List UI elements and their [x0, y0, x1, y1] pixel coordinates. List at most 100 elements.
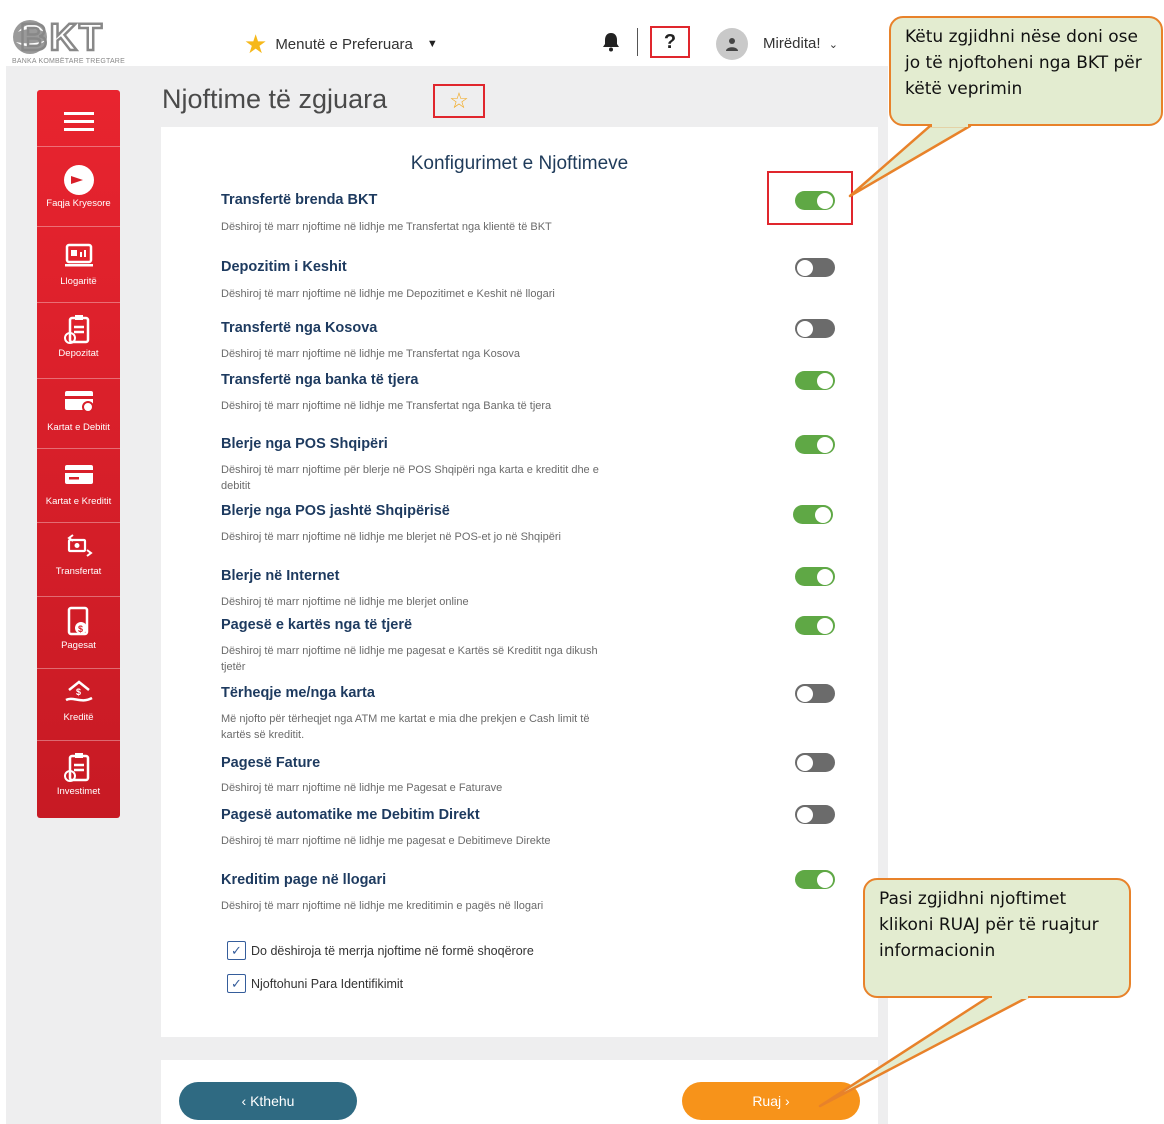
toggle-transfer-from-kosovo[interactable] [795, 319, 835, 338]
deposits-icon [37, 314, 120, 344]
caret-down-icon: ▼ [426, 38, 438, 50]
sidebar-item-label: Llogaritë [60, 276, 97, 287]
sidebar-divider [37, 522, 120, 523]
checkbox-label: Do dëshiroja të merrja njoftime në formë… [251, 943, 534, 958]
sidebar-item-label: Investimet [56, 786, 101, 797]
back-button[interactable]: ‹ Kthehu [179, 1082, 357, 1120]
logo-subtitle: BANKA KOMBËTARE TREGTARE [12, 58, 125, 65]
user-menu[interactable]: Mirëdita! ⌄ [763, 35, 838, 52]
callout-save-hint: Pasi zgjidhni njoftimet klikoni RUAJ për… [863, 878, 1131, 998]
notification-settings-card: Konfigurimet e Njoftimeve Transfertë bre… [161, 127, 878, 1037]
toggle-pos-abroad[interactable] [793, 505, 833, 524]
row-title: Pagesë e kartës nga të tjerë [221, 617, 413, 633]
loans-icon: $ [37, 678, 120, 708]
checkbox-social-notifications[interactable]: ✓ Do dëshiroja të merrja njoftime në for… [227, 941, 534, 960]
row-title: Transfertë nga banka të tjera [221, 372, 419, 388]
sidebar-item-payments[interactable]: $ Pagesat [37, 606, 120, 651]
sidebar-item-credit-cards[interactable]: Kartat e Kreditit [37, 462, 120, 507]
sidebar-divider [37, 596, 120, 597]
sidebar-divider [37, 740, 120, 741]
row-description: Dëshiroj të marr njoftime në lidhje me T… [221, 348, 520, 360]
sidebar-item-home[interactable]: Faqja Kryesore [37, 164, 120, 209]
save-button[interactable]: Ruaj › [682, 1082, 860, 1120]
transfer-icon [37, 532, 120, 562]
greeting-text: Mirëdita! [763, 35, 821, 52]
row-description: Dëshiroj të marr njoftime në lidhje me D… [221, 288, 555, 300]
checkbox-pre-authentication[interactable]: ✓ Njoftohuni Para Identifikimit [227, 974, 403, 993]
bkt-logo[interactable]: BKT BANKA KOMBËTARE TREGTARE [12, 18, 142, 70]
row-description: Dëshiroj të marr njoftime në lidhje me p… [221, 645, 598, 673]
check-icon: ✓ [227, 941, 246, 960]
sidebar-divider [37, 226, 120, 227]
svg-text:$: $ [78, 624, 83, 634]
favorites-label: Menutë e Preferuara [275, 35, 413, 53]
sidebar-item-deposits[interactable]: Depozitat [37, 314, 120, 359]
sidebar-item-investments[interactable]: Investimet [37, 752, 120, 797]
row-title: Kreditim page në llogari [221, 872, 387, 888]
sidebar: Faqja Kryesore Llogaritë Depozitat Karta… [37, 90, 120, 818]
row-description: Dëshiroj të marr njoftime në lidhje me T… [221, 221, 552, 233]
check-icon: ✓ [227, 974, 246, 993]
toggle-direct-debit[interactable] [795, 805, 835, 824]
row-title: Blerje nga POS jashtë Shqipërisë [221, 503, 450, 519]
sidebar-item-label: Transfertat [55, 566, 102, 577]
sidebar-item-label: Kreditë [63, 712, 94, 723]
page-title: Njoftime të zgjuara [162, 84, 388, 114]
sidebar-item-transfers[interactable]: Transfertat [37, 532, 120, 577]
row-description: Dëshiroj të marr njoftime në lidhje me P… [221, 782, 503, 794]
accounts-icon [37, 242, 120, 272]
bell-icon[interactable] [602, 32, 620, 57]
toggle-card-withdrawal[interactable] [795, 684, 835, 703]
row-title: Transfertë brenda BKT [221, 192, 378, 208]
star-icon: ★ [244, 29, 268, 59]
row-description: Dëshiroj të marr njoftime në lidhje me p… [221, 835, 551, 847]
payments-icon: $ [37, 606, 120, 636]
row-description: Më njofto për tërheqjet nga ATM me karta… [221, 713, 590, 741]
toggle-highlight-box [767, 171, 853, 225]
sidebar-divider [37, 378, 120, 379]
toggle-salary-credit[interactable] [795, 870, 835, 889]
row-description: Dëshiroj të marr njoftime në lidhje me T… [221, 400, 552, 412]
sidebar-item-label: Depozitat [58, 348, 99, 359]
toggle-pos-albania[interactable] [795, 435, 835, 454]
toggle-card-payment-by-others[interactable] [795, 616, 835, 635]
debit-card-icon [37, 388, 120, 418]
sidebar-divider [37, 448, 120, 449]
row-title: Depozitim i Keshit [221, 259, 347, 275]
row-description: Dëshiroj të marr njoftime për blerje në … [221, 464, 599, 492]
toggle-bill-payment[interactable] [795, 753, 835, 772]
row-title: Blerje në Internet [221, 568, 340, 584]
home-icon [37, 164, 120, 195]
favorites-menu[interactable]: ★ Menutë e Preferuara ▼ [244, 30, 438, 58]
bkt-logo-mark: BKT [13, 18, 104, 56]
row-title: Blerje nga POS Shqipëri [221, 436, 388, 452]
logo-lettering: BKT [20, 18, 104, 56]
toggle-internet-purchase[interactable] [795, 567, 835, 586]
credit-card-icon [37, 462, 120, 492]
sidebar-item-label: Kartat e Kreditit [45, 496, 112, 507]
sidebar-divider [37, 146, 120, 147]
row-title: Tërheqje me/nga karta [221, 685, 375, 701]
user-avatar-icon[interactable] [716, 28, 748, 60]
sidebar-divider [37, 668, 120, 669]
row-title: Pagesë automatike me Debitim Direkt [221, 807, 480, 823]
toggle-cash-deposit[interactable] [795, 258, 835, 277]
app-root: BKT BANKA KOMBËTARE TREGTARE ★ Menutë e … [0, 0, 1164, 1124]
chevron-down-icon: ⌄ [828, 39, 838, 51]
sidebar-item-loans[interactable]: $ Kreditë [37, 678, 120, 723]
svg-text:$: $ [76, 687, 81, 697]
row-title: Pagesë Fature [221, 755, 321, 771]
add-to-favorites-star-icon[interactable]: ☆ [433, 84, 485, 118]
header-divider [637, 28, 638, 56]
sidebar-item-label: Kartat e Debitit [47, 422, 110, 433]
row-title: Transfertë nga Kosova [221, 320, 378, 336]
sidebar-item-accounts[interactable]: Llogaritë [37, 242, 120, 287]
row-description: Dëshiroj të marr njoftime në lidhje me b… [221, 531, 561, 543]
toggle-transfer-other-banks[interactable] [795, 371, 835, 390]
sidebar-item-debit-cards[interactable]: Kartat e Debitit [37, 388, 120, 433]
row-description: Dëshiroj të marr njoftime në lidhje me k… [221, 900, 544, 912]
hamburger-menu-icon[interactable] [37, 104, 120, 138]
sidebar-divider [37, 302, 120, 303]
row-description: Dëshiroj të marr njoftime në lidhje me b… [221, 596, 469, 608]
help-button[interactable]: ? [650, 26, 690, 58]
